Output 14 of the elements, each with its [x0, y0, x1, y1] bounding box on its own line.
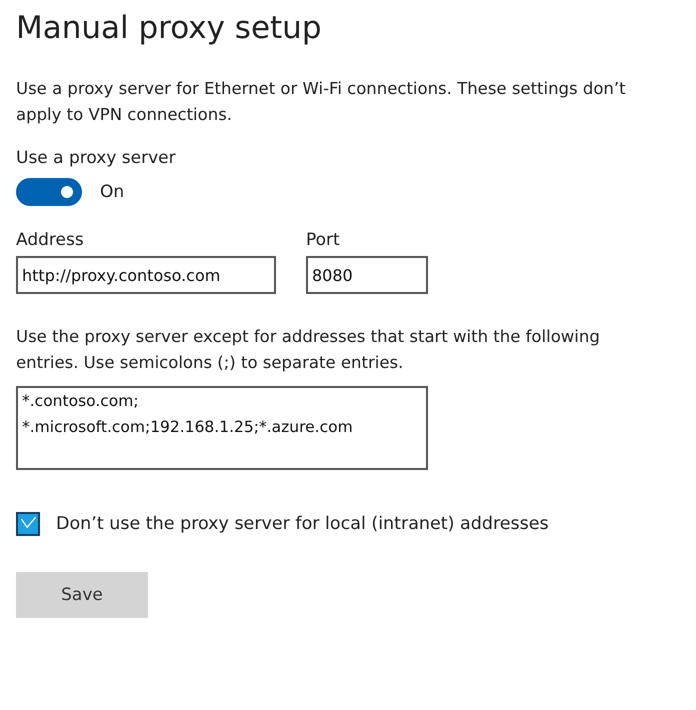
save-button[interactable]: Save: [16, 572, 148, 618]
address-field[interactable]: http://proxy.contoso.com: [16, 256, 276, 294]
toggle-label: Use a proxy server: [16, 148, 176, 168]
field-label: Address: [16, 230, 85, 250]
toggle-switch[interactable]: [16, 178, 82, 206]
checkbox[interactable]: [16, 512, 40, 536]
port-field[interactable]: 8080: [306, 256, 428, 294]
exceptions-text: Use the proxy server except for addresses that start with the following entries. Use semicolons (;) to separate entries.: [16, 326, 601, 374]
field-label: Port: [306, 230, 341, 250]
page-title: Manual proxy setup: [16, 10, 322, 46]
checkbox-label: Don’t use the proxy server for local (intranet) addresses: [56, 514, 549, 534]
exceptions-field[interactable]: *.contoso.com; *.microsoft.com;192.168.1.25;*.azure.com: [16, 386, 428, 470]
description-text: Use a proxy server for Ethernet or Wi-Fi connections. These settings don’t apply to VPN connections.: [16, 78, 627, 126]
toggle-state-text: On: [100, 182, 124, 202]
